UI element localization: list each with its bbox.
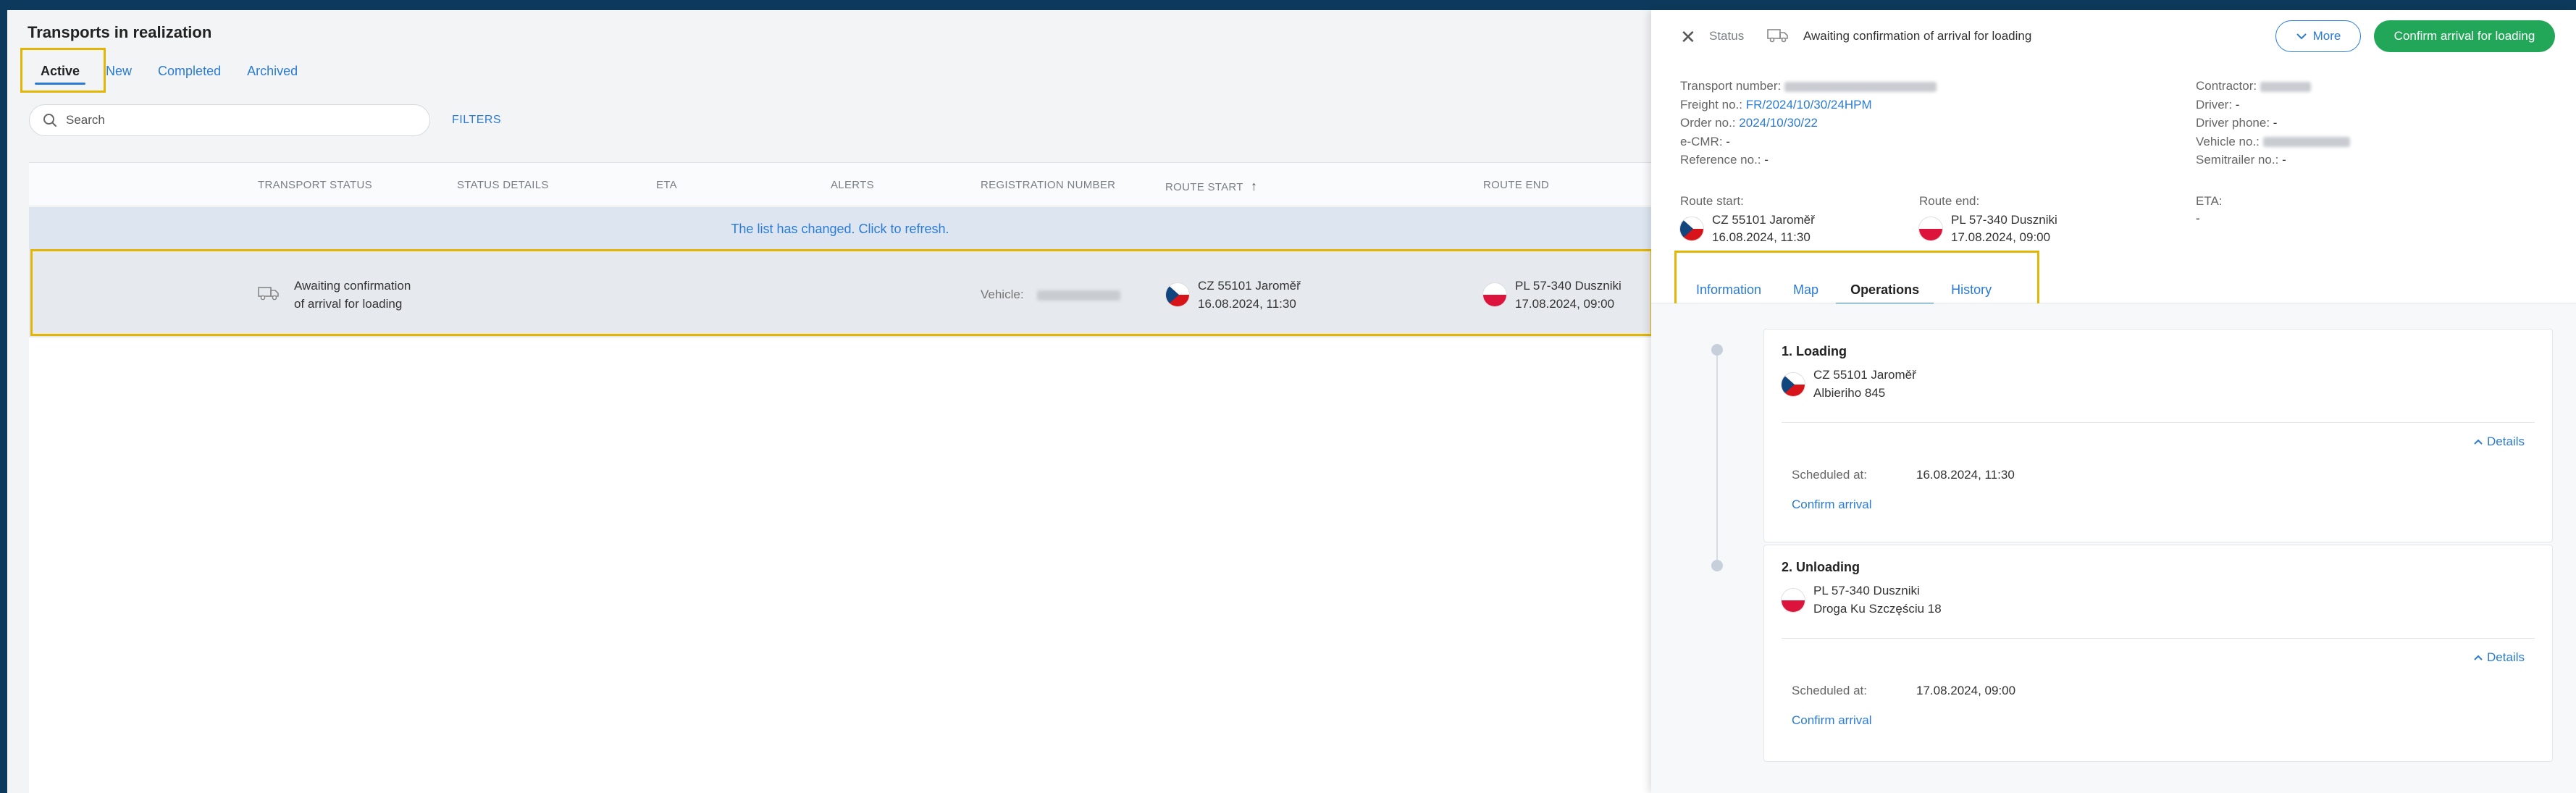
panel-route-start: CZ 55101 Jaroměř 16.08.2024, 11:30 (1680, 211, 1815, 246)
info-vehicle-no: Vehicle no.: (2196, 133, 2350, 151)
route-end-label: Route end: (1919, 194, 1980, 208)
search-box[interactable] (29, 104, 430, 136)
details-label: Details (2487, 650, 2525, 664)
operations-timeline (1716, 351, 1718, 568)
timeline-dot-loading (1711, 344, 1723, 356)
chevron-down-icon (2296, 33, 2307, 40)
scheduled-label: Scheduled at: (1792, 468, 1867, 482)
app-window: Transports in realization Active New Com… (7, 10, 2576, 793)
panel-route-start-place: CZ 55101 Jaroměř (1712, 213, 1815, 227)
info-reference-no: Reference no.: - (1680, 153, 1769, 167)
column-registration-number[interactable]: REGISTRATION NUMBER (981, 179, 1115, 191)
panel-route-end: PL 57-340 Duszniki 17.08.2024, 09:00 (1919, 211, 2057, 246)
transports-list-view: Transports in realization Active New Com… (7, 10, 1653, 793)
polish-flag-icon (1782, 589, 1805, 612)
scheduled-label: Scheduled at: (1792, 684, 1867, 697)
search-icon (43, 114, 56, 127)
operation-place: PL 57-340 Duszniki (1813, 584, 1920, 597)
tab-archived[interactable]: Archived (234, 54, 311, 89)
column-route-end[interactable]: ROUTE END (1483, 179, 1549, 191)
more-button-label: More (2312, 29, 2341, 43)
info-transport-number: Transport number: (1680, 77, 1937, 96)
operation-place: CZ 55101 Jaroměř (1813, 368, 1916, 382)
filters-button[interactable]: FILTERS (452, 114, 501, 127)
column-route-start-label: ROUTE START (1165, 181, 1243, 193)
column-alerts[interactable]: ALERTS (831, 179, 874, 191)
scheduled-value: 16.08.2024, 11:30 (1916, 468, 2015, 482)
status-label: Status (1709, 29, 1745, 43)
info-driver-phone: Driver phone: - (2196, 116, 2278, 130)
table-header: TRANSPORT STATUS STATUS DETAILS ETA ALER… (29, 163, 1651, 206)
info-order-no: Order no.: 2024/10/30/22 (1680, 116, 1818, 130)
scheduled-value: 17.08.2024, 09:00 (1916, 684, 2016, 697)
column-transport-status[interactable]: TRANSPORT STATUS (258, 179, 372, 191)
confirm-arrival-link[interactable]: Confirm arrival (1792, 498, 1872, 512)
status-text: Awaiting confirmation of arrival for loa… (1803, 29, 2032, 43)
czech-flag-icon (1680, 217, 1703, 240)
czech-flag-icon (1782, 373, 1805, 396)
selected-row-highlight (30, 249, 1653, 336)
close-icon[interactable]: ✕ (1680, 26, 1696, 49)
details-toggle[interactable]: Details (2473, 650, 2525, 665)
route-start-label: Route start: (1680, 194, 1744, 208)
search-input[interactable] (66, 113, 406, 127)
info-semitrailer-no: Semitrailer no.: - (2196, 153, 2286, 167)
transport-info-right: Contractor: Driver: - Driver phone: - Ve… (2196, 77, 2350, 169)
refresh-notice[interactable]: The list has changed. Click to refresh. (29, 207, 1651, 251)
operation-card-unloading: 2. Unloading PL 57-340 Duszniki Droga Ku… (1763, 545, 2553, 762)
column-route-start[interactable]: ROUTE START ↑ (1165, 179, 1257, 194)
column-status-details[interactable]: STATUS DETAILS (457, 179, 549, 191)
freight-no-link[interactable]: FR/2024/10/30/24HPM (1746, 98, 1872, 112)
operation-street: Droga Ku Szczęściu 18 (1813, 602, 1942, 616)
transport-info-left: Transport number: Freight no.: FR/2024/1… (1680, 77, 1937, 169)
order-no-link[interactable]: 2024/10/30/22 (1739, 116, 1818, 130)
operation-card-loading: 1. Loading CZ 55101 Jaroměř Albieriho 84… (1763, 329, 2553, 542)
panel-route-start-date: 16.08.2024, 11:30 (1712, 230, 1811, 244)
sort-asc-icon: ↑ (1250, 179, 1258, 193)
more-button[interactable]: More (2275, 20, 2361, 52)
active-tab-highlight (20, 48, 106, 93)
confirm-arrival-link[interactable]: Confirm arrival (1792, 713, 1872, 728)
operation-divider (1782, 422, 2535, 423)
info-driver: Driver: - (2196, 97, 2240, 112)
panel-route-end-place: PL 57-340 Duszniki (1951, 213, 2057, 227)
info-contractor: Contractor: (2196, 77, 2350, 96)
polish-flag-icon (1919, 217, 1942, 240)
chevron-up-icon (2474, 655, 2483, 660)
operation-street: Albieriho 845 (1813, 386, 1886, 400)
page-title: Transports in realization (28, 23, 212, 41)
chevron-up-icon (2474, 439, 2483, 445)
operation-address: PL 57-340 Duszniki Droga Ku Szczęściu 18 (1782, 582, 1942, 618)
eta-value: - (2196, 211, 2200, 225)
confirm-arrival-for-loading-button[interactable]: Confirm arrival for loading (2374, 20, 2555, 52)
timeline-dot-unloading (1711, 560, 1723, 571)
details-label: Details (2487, 435, 2525, 448)
operation-title: 1. Loading (1782, 344, 1847, 358)
panel-route-end-date: 17.08.2024, 09:00 (1951, 230, 2051, 244)
column-eta[interactable]: ETA (656, 179, 677, 191)
truck-icon (1767, 29, 1788, 43)
info-freight-no: Freight no.: FR/2024/10/30/24HPM (1680, 97, 1872, 112)
tab-completed[interactable]: Completed (145, 54, 234, 89)
operation-address: CZ 55101 Jaroměř Albieriho 845 (1782, 366, 1916, 402)
operation-title: 2. Unloading (1782, 560, 1860, 574)
operation-divider (1782, 638, 2535, 639)
info-ecmr: e-CMR: - (1680, 134, 1730, 148)
eta-label: ETA: (2196, 194, 2223, 208)
transport-detail-panel: ✕ Status Awaiting confirmation of arriva… (1651, 10, 2576, 793)
details-toggle[interactable]: Details (2473, 435, 2525, 449)
